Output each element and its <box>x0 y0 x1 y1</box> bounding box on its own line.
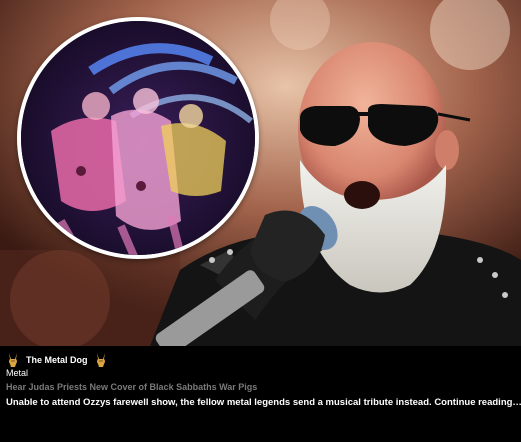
metal-horns-icon <box>96 353 105 367</box>
inset-photo <box>17 17 259 259</box>
source-name[interactable]: The Metal Dog <box>26 355 88 365</box>
article-summary: Unable to attend Ozzys farewell show, th… <box>6 397 521 408</box>
summary-text: Unable to attend Ozzys farewell show, th… <box>6 397 432 408</box>
article-headline[interactable]: Hear Judas Priests New Cover of Black Sa… <box>6 382 257 392</box>
category-label[interactable]: Metal <box>6 368 28 378</box>
news-card[interactable]: The Metal Dog Metal Hear Judas Priests N… <box>0 0 521 442</box>
source-row[interactable]: The Metal Dog <box>6 350 108 370</box>
continue-reading-link[interactable]: Continue reading… <box>434 397 521 408</box>
article-image[interactable] <box>0 0 521 346</box>
concert-inset-image <box>21 21 255 255</box>
metal-horns-icon <box>9 353 17 367</box>
article-meta: The Metal Dog Metal Hear Judas Priests N… <box>0 346 521 442</box>
